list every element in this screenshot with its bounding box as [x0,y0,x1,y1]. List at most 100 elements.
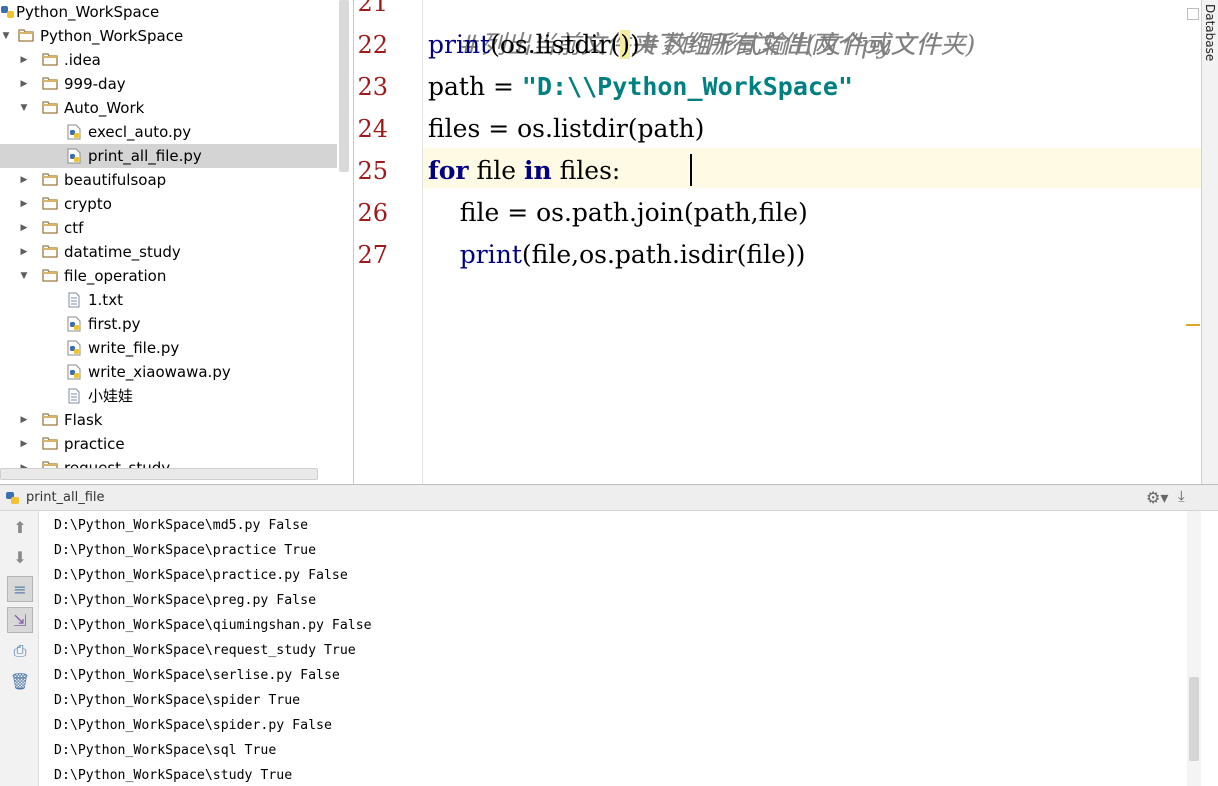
folder-icon [42,101,58,114]
line-number-gutter: 21 22 23 24 25 26 27 [354,0,423,484]
python-file-icon [67,340,81,356]
expanded-arrow-icon[interactable]: ▼ [18,96,30,120]
tree-item-label: .idea [64,51,101,69]
line-number: 24 [357,115,388,143]
tree-item-flask[interactable]: ▶ Flask [0,408,337,432]
string-literal: "D:\\Python_WorkSpace" [521,72,854,101]
tree-item-label: Python_WorkSpace [40,27,184,45]
tree-item-xiaowawa[interactable]: 小娃娃 [0,384,337,408]
tree-item-python-workspace[interactable]: ▼ Python_WorkSpace [0,24,337,48]
folder-icon [42,437,58,450]
tree-item-write-file-py[interactable]: write_file.py [0,336,337,360]
project-root-header[interactable]: Python_WorkSpace [0,0,337,24]
builtin-print: print [428,30,491,59]
run-toolbar: ⬆ ⬇ ≡ ⇲ ⎙ 🗑 [0,511,39,786]
inspection-status-icon[interactable] [1187,8,1199,20]
folder-icon [42,197,58,210]
code-text: files: [551,156,621,185]
console-line: D:\Python_WorkSpace\spider True [54,693,301,708]
code-text: file [468,156,524,185]
collapsed-arrow-icon[interactable]: ▶ [18,48,30,72]
tree-item-first-py[interactable]: first.py [0,312,337,336]
collapsed-arrow-icon[interactable]: ▶ [18,240,30,264]
tree-item-beautifulsoap[interactable]: ▶ beautifulsoap [0,168,337,192]
tree-item-label: write_xiaowawa.py [88,363,231,381]
matched-bracket: ) [620,30,631,59]
trash-icon[interactable]: 🗑 [7,669,33,695]
text-file-icon [68,388,80,404]
tree-item-write-xiaowawa-py[interactable]: write_xiaowawa.py [0,360,337,384]
python-file-icon [67,124,81,140]
tree-item-label: execl_auto.py [88,123,192,141]
print-icon[interactable]: ⎙ [7,638,33,664]
code-line-23[interactable]: path = "D:\\Python_WorkSpace" [428,66,853,108]
console-scrollbar-thumb[interactable] [1189,677,1199,761]
console-output[interactable]: D:\Python_WorkSpace\md5.py False D:\Pyth… [39,511,1187,786]
tree-item-1-txt[interactable]: 1.txt [0,288,337,312]
tree-item-label: 1.txt [88,291,123,309]
code-text: files = os.listdir(path) [428,114,705,143]
code-line-24[interactable]: files = os.listdir(path) [428,108,704,150]
code-line-25[interactable]: for file in files: [428,150,620,192]
console-line: D:\Python_WorkSpace\request_study True [54,643,356,658]
up-arrow-icon[interactable]: ⬆ [7,515,33,541]
expanded-arrow-icon[interactable]: ▼ [0,24,12,48]
tree-item-datatime-study[interactable]: ▶ datatime_study [0,240,337,264]
code-line-27[interactable]: print(file,os.path.isdir(file)) [428,234,806,276]
run-panel-header: print_all_file ⚙▾ ⤓ [0,484,1218,511]
tree-item-label: beautifulsoap [64,171,167,189]
tree-item-label: practice [64,435,125,453]
warning-marker[interactable] [1186,324,1200,326]
console-line: D:\Python_WorkSpace\qiumingshan.py False [54,618,372,633]
line-number: 27 [357,241,388,269]
collapsed-arrow-icon[interactable]: ▶ [18,168,30,192]
tree-item-label: file_operation [64,267,167,285]
tree-item-crypto[interactable]: ▶ crypto [0,192,337,216]
project-vertical-scrollbar[interactable] [339,0,349,172]
code-line-26[interactable]: file = os.path.join(path,file) [428,192,808,234]
folder-icon [42,173,58,186]
tree-item-execl-auto[interactable]: execl_auto.py [0,120,337,144]
tree-item-auto-work[interactable]: ▼ Auto_Work [0,96,337,120]
collapsed-arrow-icon[interactable]: ▶ [18,72,30,96]
tree-item-ctf[interactable]: ▶ ctf [0,216,337,240]
tree-item-file-operation[interactable]: ▼ file_operation [0,264,337,288]
line-number: 21 [357,0,388,17]
tree-item-999-day[interactable]: ▶ 999-day [0,72,337,96]
database-tool-tab[interactable]: Database [1201,0,1218,72]
folder-icon [42,245,58,258]
line-number: 26 [357,199,388,227]
line-number: 22 [357,31,388,59]
scroll-to-end-icon[interactable]: ⇲ [7,607,33,633]
python-file-icon [67,364,81,380]
project-horizontal-scrollbar[interactable] [0,468,318,480]
run-config-title[interactable]: print_all_file [26,485,105,511]
line-number: 25 [357,157,388,185]
project-tree-panel: Python_WorkSpace ▼ Python_WorkSpace ▶ .i… [0,0,354,484]
tree-item-label: Auto_Work [64,99,145,117]
hide-panel-icon[interactable]: ⤓ [1178,487,1185,505]
tree-item-idea[interactable]: ▶ .idea [0,48,337,72]
code-text: file = os.path.join(path,file) [428,198,808,227]
code-text: (file,os.path.isdir(file)) [521,240,806,269]
tree-item-label: Flask [64,411,103,429]
console-line: D:\Python_WorkSpace\sql True [54,743,277,758]
collapsed-arrow-icon[interactable]: ▶ [18,432,30,456]
folder-icon [42,413,58,426]
expanded-arrow-icon[interactable]: ▼ [18,264,30,288]
soft-wrap-icon[interactable]: ≡ [7,576,33,602]
code-line-22[interactable]: print(os.listdir())#数组形式输出两个py文件 [428,24,941,66]
collapsed-arrow-icon[interactable]: ▶ [18,408,30,432]
console-line: D:\Python_WorkSpace\practice.py False [54,568,348,583]
settings-gear-icon[interactable]: ⚙▾ [1146,488,1168,507]
code-line-21[interactable]: #列出当前文件夹下的所有文件(文件或文件夹) [428,0,975,59]
code-editor[interactable]: #列出当前文件夹下的所有文件(文件或文件夹) print(os.listdir(… [423,0,1201,484]
python-project-icon [1,6,14,18]
tree-item-practice[interactable]: ▶ practice [0,432,337,456]
python-run-icon [6,492,19,504]
editor-marker-stripe [1201,0,1218,484]
collapsed-arrow-icon[interactable]: ▶ [18,216,30,240]
down-arrow-icon[interactable]: ⬇ [7,545,33,571]
collapsed-arrow-icon[interactable]: ▶ [18,192,30,216]
tree-item-print-all-file[interactable]: print_all_file.py [0,144,337,168]
